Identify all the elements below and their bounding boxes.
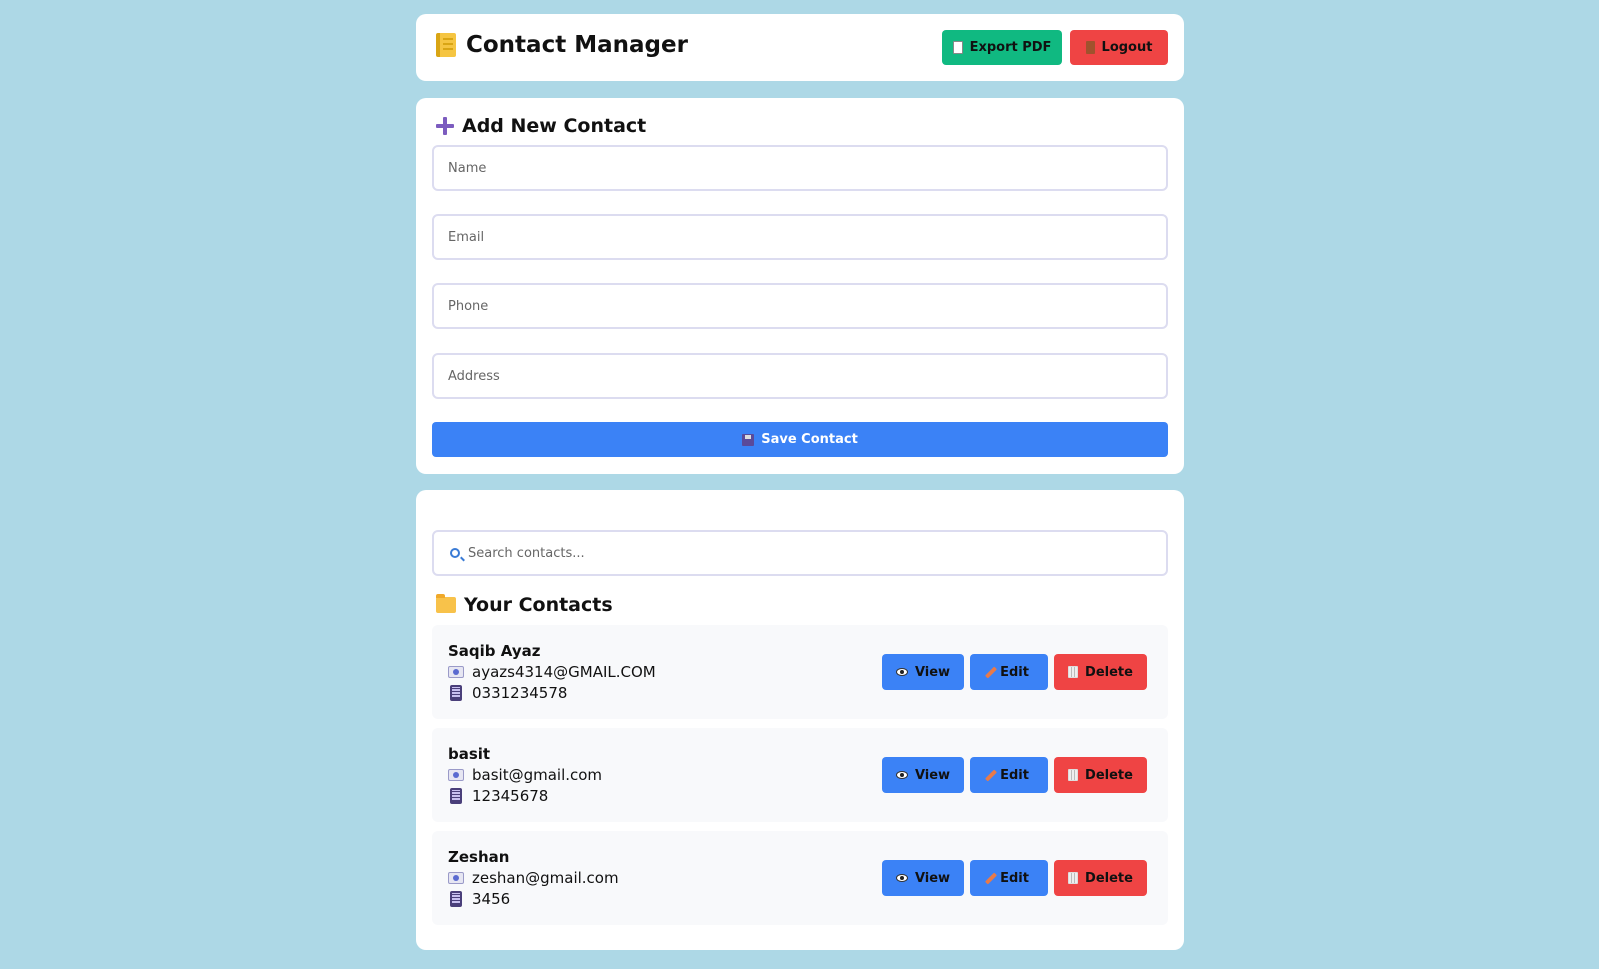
logout-button[interactable]: Logout xyxy=(1070,30,1168,65)
add-contact-panel: Add New Contact Save Contact xyxy=(416,98,1184,474)
view-button[interactable]: View xyxy=(882,757,964,793)
view-button[interactable]: View xyxy=(882,654,964,690)
view-button[interactable]: View xyxy=(882,860,964,896)
contact-row: Saqib Ayaz ayazs4314@GMAIL.COM 033123457… xyxy=(432,625,1168,719)
edit-button[interactable]: Edit xyxy=(970,860,1048,896)
contact-phone: 0331234578 xyxy=(448,684,567,702)
save-contact-button[interactable]: Save Contact xyxy=(432,422,1168,457)
contact-phone-text: 12345678 xyxy=(472,787,549,805)
plus-icon xyxy=(436,117,454,135)
eye-icon xyxy=(895,668,908,676)
name-field[interactable] xyxy=(432,145,1168,191)
logout-label: Logout xyxy=(1101,40,1153,55)
contacts-panel: Your Contacts Saqib Ayaz ayazs4314@GMAIL… xyxy=(416,490,1184,950)
contact-email: basit@gmail.com xyxy=(448,766,602,784)
app-title-text: Contact Manager xyxy=(466,32,688,58)
search-icon xyxy=(450,548,460,558)
eye-icon xyxy=(895,771,908,779)
mail-icon xyxy=(448,769,464,781)
pencil-icon xyxy=(985,768,998,782)
contact-name: Zeshan xyxy=(448,848,510,866)
contact-phone-text: 3456 xyxy=(472,890,511,908)
edit-button[interactable]: Edit xyxy=(970,654,1048,690)
contact-email-text: ayazs4314@GMAIL.COM xyxy=(472,663,656,681)
contact-email-text: basit@gmail.com xyxy=(472,766,603,784)
delete-button[interactable]: Delete xyxy=(1054,860,1147,896)
save-contact-label: Save Contact xyxy=(761,432,858,447)
add-contact-heading: Add New Contact xyxy=(436,115,646,137)
edit-label: Edit xyxy=(1000,664,1029,680)
search-box[interactable] xyxy=(432,530,1168,576)
view-label: View xyxy=(914,767,951,783)
app-title: Contact Manager xyxy=(436,32,688,58)
delete-label: Delete xyxy=(1085,870,1133,886)
contacts-heading-text: Your Contacts xyxy=(464,594,613,616)
view-label: View xyxy=(914,870,951,886)
edit-label: Edit xyxy=(1000,767,1029,783)
trash-icon xyxy=(1068,769,1079,781)
view-label: View xyxy=(914,664,951,680)
phone-icon xyxy=(450,685,462,701)
folder-icon xyxy=(436,594,456,613)
phone-icon xyxy=(450,891,462,907)
email-field[interactable] xyxy=(432,214,1168,260)
mail-icon xyxy=(448,666,464,678)
add-contact-heading-text: Add New Contact xyxy=(462,115,647,137)
contact-name: Saqib Ayaz xyxy=(448,642,541,660)
search-input[interactable] xyxy=(468,532,1166,574)
pencil-icon xyxy=(985,665,998,679)
contact-phone: 3456 xyxy=(448,890,510,908)
document-icon xyxy=(952,41,963,54)
export-pdf-label: Export PDF xyxy=(969,40,1052,55)
edit-button[interactable]: Edit xyxy=(970,757,1048,793)
phone-icon xyxy=(450,788,462,804)
phone-field[interactable] xyxy=(432,283,1168,329)
export-pdf-button[interactable]: Export PDF xyxy=(942,30,1062,65)
floppy-disk-icon xyxy=(742,433,755,446)
contact-name: basit xyxy=(448,745,491,763)
notebook-icon xyxy=(436,33,456,57)
contact-row: basit basit@gmail.com 12345678 View Edit… xyxy=(432,728,1168,822)
delete-label: Delete xyxy=(1085,664,1133,680)
trash-icon xyxy=(1068,872,1079,884)
contact-phone-text: 0331234578 xyxy=(472,684,568,702)
contact-email: zeshan@gmail.com xyxy=(448,869,619,887)
mail-icon xyxy=(448,872,464,884)
delete-button[interactable]: Delete xyxy=(1054,757,1147,793)
eye-icon xyxy=(895,874,908,882)
delete-label: Delete xyxy=(1085,767,1133,783)
trash-icon xyxy=(1068,666,1079,678)
contacts-heading: Your Contacts xyxy=(436,594,613,616)
contact-email-text: zeshan@gmail.com xyxy=(472,869,619,887)
contact-email: ayazs4314@GMAIL.COM xyxy=(448,663,656,681)
pencil-icon xyxy=(985,871,998,885)
contact-phone: 12345678 xyxy=(448,787,548,805)
edit-label: Edit xyxy=(1000,870,1029,886)
contact-row: Zeshan zeshan@gmail.com 3456 View Edit D… xyxy=(432,831,1168,925)
address-field[interactable] xyxy=(432,353,1168,399)
delete-button[interactable]: Delete xyxy=(1054,654,1147,690)
app-header: Contact Manager Export PDF Logout xyxy=(416,14,1184,81)
door-icon xyxy=(1085,41,1095,54)
